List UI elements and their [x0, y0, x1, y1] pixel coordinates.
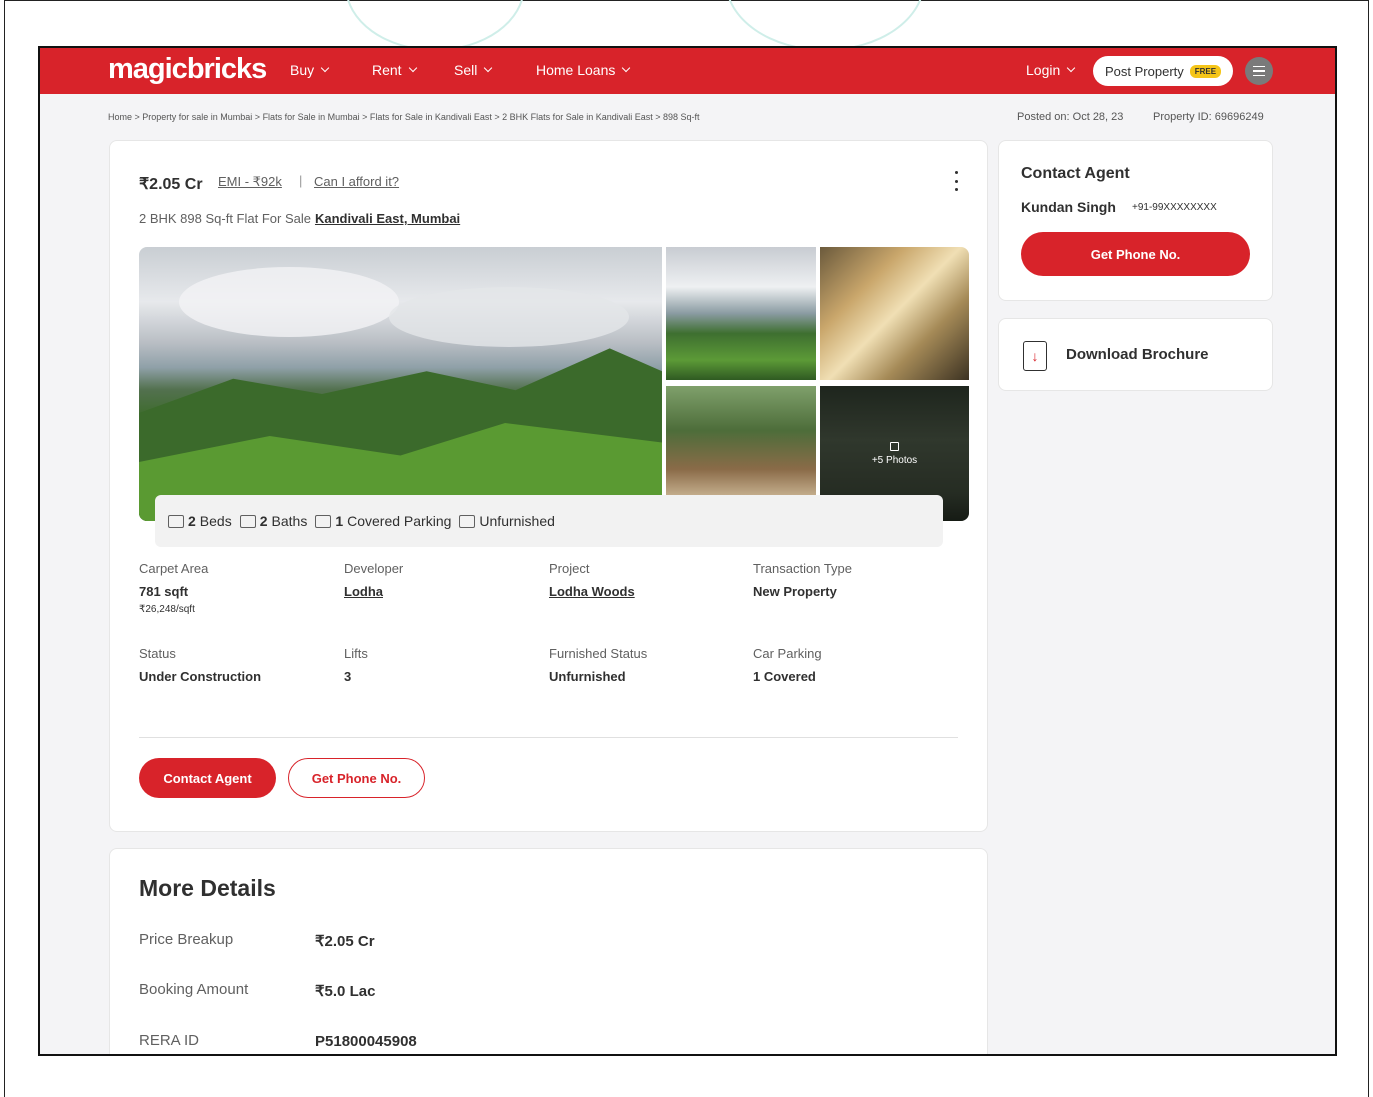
feature-furnishing: Unfurnished [459, 513, 555, 529]
more-detail-label: Price Breakup [139, 931, 234, 948]
top-navbar: magicbricks Buy Rent Sell Home Loans Log… [40, 48, 1335, 94]
detail-label: Car Parking [753, 646, 822, 661]
chevron-down-icon [622, 63, 631, 73]
bath-icon [239, 514, 256, 528]
more-detail-value: ₹5.0 Lac [315, 983, 376, 1000]
contact-agent-title: Contact Agent [1021, 165, 1130, 182]
free-badge: FREE [1189, 64, 1222, 78]
developer-link[interactable]: Lodha [344, 584, 383, 599]
more-details-title: More Details [139, 875, 276, 901]
nav-sell-label: Sell [454, 62, 478, 78]
nav-rent-label: Rent [372, 62, 402, 78]
main-photo[interactable] [139, 247, 662, 521]
login-button[interactable]: Login [1026, 62, 1076, 78]
nav-rent[interactable]: Rent [372, 62, 417, 78]
project-link[interactable]: Lodha Woods [549, 584, 635, 599]
download-brochure-card[interactable]: ↓ Download Brochure [998, 318, 1273, 391]
photo-thumbnail[interactable] [820, 247, 969, 380]
photo-thumbnail[interactable] [666, 247, 816, 380]
browser-page: magicbricks Buy Rent Sell Home Loans Log… [38, 46, 1337, 1056]
feature-baths: 2 Baths [239, 513, 307, 529]
nav-home-loans[interactable]: Home Loans [536, 62, 631, 78]
post-property-button[interactable]: Post Property FREE [1093, 56, 1234, 86]
lifts-value: 3 [344, 669, 352, 684]
more-details-card: More Details Price Breakup ₹2.05 Cr Book… [109, 848, 988, 1054]
get-phone-button[interactable]: Get Phone No. [288, 758, 425, 798]
car-parking-value: 1 Covered [753, 669, 816, 684]
detail-label: Project [549, 561, 590, 576]
nav-home-loans-label: Home Loans [536, 62, 616, 78]
nav-buy[interactable]: Buy [290, 62, 330, 78]
afford-link[interactable]: Can I afford it? [314, 174, 399, 189]
breadcrumb[interactable]: Home > Property for sale in Mumbai > Fla… [108, 112, 700, 122]
agent-name: Kundan Singh [1021, 199, 1116, 215]
post-property-label: Post Property [1105, 63, 1184, 79]
more-detail-label: Booking Amount [139, 981, 249, 998]
price-per-sqft: ₹26,248/sqft [139, 604, 195, 615]
more-photos-label: +5 Photos [871, 454, 918, 466]
posted-on: Posted on: Oct 28, 23 [1017, 111, 1124, 123]
emi-link[interactable]: EMI - ₹92k [218, 174, 282, 190]
separator: | [299, 173, 303, 188]
furnished-status-value: Unfurnished [549, 669, 626, 684]
feature-parking: 1 Covered Parking [315, 513, 451, 529]
car-icon [315, 514, 332, 528]
agent-phone: +91-99XXXXXXXX [1132, 202, 1217, 213]
contact-agent-card: Contact Agent Kundan Singh +91-99XXXXXXX… [998, 140, 1273, 301]
nav-buy-label: Buy [290, 62, 315, 78]
photo-icon [890, 441, 899, 451]
listing-card: ₹2.05 Cr EMI - ₹92k | Can I afford it? 2… [109, 140, 988, 832]
contact-agent-button[interactable]: Contact Agent [139, 758, 276, 798]
more-detail-value: P51800045908 [315, 1033, 417, 1050]
furnish-icon [459, 514, 476, 528]
detail-label: Furnished Status [549, 646, 648, 661]
feature-strip: 2 Beds 2 Baths 1 Covered Parking Unfurnishe… [155, 495, 943, 547]
decorative-arc [725, 0, 925, 51]
price: ₹2.05 Cr [139, 176, 203, 193]
nav-sell[interactable]: Sell [454, 62, 493, 78]
bed-icon [168, 514, 184, 528]
detail-label: Carpet Area [139, 561, 209, 576]
chevron-down-icon [320, 63, 330, 73]
listing-title: 2 BHK 898 Sq-ft Flat For Sale [139, 211, 311, 226]
more-detail-value: ₹2.05 Cr [315, 933, 375, 950]
property-id: Property ID: 69696249 [1153, 111, 1264, 123]
carpet-area-value[interactable]: 781 sqft [139, 584, 188, 599]
feature-beds: 2 Beds [168, 513, 232, 529]
detail-label: Lifts [344, 646, 368, 661]
more-detail-label: RERA ID [139, 1032, 200, 1049]
download-brochure-label: Download Brochure [1066, 346, 1209, 363]
hamburger-menu-icon[interactable] [1245, 57, 1273, 85]
location-link[interactable]: Kandivali East, Mumbai [315, 211, 460, 226]
divider [139, 737, 958, 738]
magicbricks-logo[interactable]: magicbricks [108, 53, 267, 86]
login-label: Login [1026, 62, 1061, 78]
listing-subtitle: 2 BHK 898 Sq-ft Flat For Sale Kandivali E… [139, 211, 460, 226]
chevron-down-icon [408, 63, 417, 73]
agent-get-phone-button[interactable]: Get Phone No. [1021, 232, 1250, 276]
detail-label: Developer [344, 561, 404, 576]
transaction-type-value: New Property [753, 584, 837, 599]
status-value: Under Construction [139, 669, 262, 684]
decorative-arc [345, 0, 525, 51]
detail-label: Status [139, 646, 176, 661]
more-options-icon[interactable] [953, 171, 959, 191]
photo-thumbnail[interactable] [666, 386, 816, 497]
download-icon: ↓ [1023, 341, 1047, 371]
detail-label: Transaction Type [753, 561, 852, 576]
chevron-down-icon [1067, 63, 1076, 73]
chevron-down-icon [484, 63, 493, 73]
